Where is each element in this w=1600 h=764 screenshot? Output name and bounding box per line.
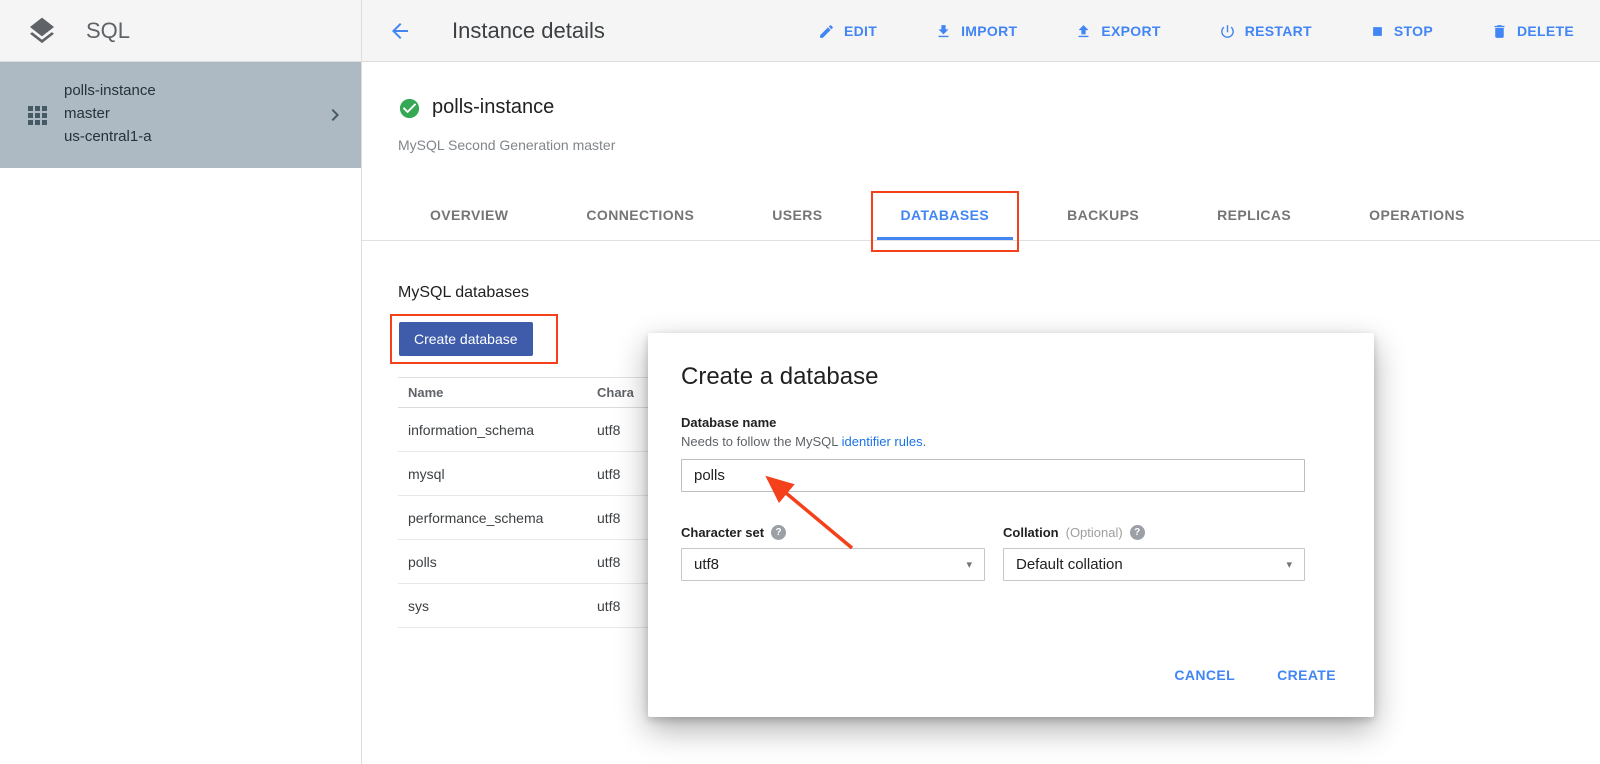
- tab-overview[interactable]: OVERVIEW: [430, 190, 508, 240]
- tab-users[interactable]: USERS: [772, 190, 822, 240]
- tab-databases[interactable]: DATABASES: [901, 190, 990, 240]
- identifier-rules-link[interactable]: identifier rules: [842, 434, 923, 449]
- dialog-create-button[interactable]: CREATE: [1277, 667, 1336, 683]
- product-name: SQL: [86, 18, 130, 44]
- header-actions: EDIT IMPORT EXPORT RESTART STOP DELETE: [818, 0, 1574, 62]
- section-title: MySQL databases: [398, 284, 529, 302]
- instance-tabs: OVERVIEW CONNECTIONS USERS DATABASES BAC…: [430, 190, 1465, 240]
- restart-button[interactable]: RESTART: [1219, 23, 1312, 40]
- cloud-sql-logo-icon: [26, 15, 58, 47]
- page-title: Instance details: [452, 0, 605, 62]
- export-icon: [1075, 23, 1092, 40]
- pencil-icon: [818, 23, 835, 40]
- tab-replicas[interactable]: REPLICAS: [1217, 190, 1291, 240]
- tabs-divider: [362, 240, 1600, 241]
- sidebar-divider: [361, 0, 362, 764]
- chevron-down-icon: ▾: [1286, 558, 1292, 571]
- database-name-help-text: Needs to follow the MySQL identifier rul…: [681, 434, 926, 449]
- create-database-dialog: Create a database Database name Needs to…: [648, 333, 1374, 717]
- collation-select[interactable]: Default collation ▾: [1003, 548, 1305, 581]
- grid-icon: [28, 106, 47, 125]
- sidebar: polls-instance master us-central1-a: [0, 62, 361, 764]
- cancel-button[interactable]: CANCEL: [1174, 667, 1235, 683]
- product-brand: SQL: [26, 0, 130, 62]
- collation-optional-label: (Optional): [1066, 525, 1123, 540]
- instance-subtitle: MySQL Second Generation master: [398, 137, 615, 153]
- collation-help-icon[interactable]: ?: [1130, 525, 1145, 540]
- back-arrow-icon[interactable]: [388, 19, 412, 43]
- charset-help-icon[interactable]: ?: [771, 525, 786, 540]
- stop-button[interactable]: STOP: [1370, 23, 1433, 39]
- export-button[interactable]: EXPORT: [1075, 23, 1160, 40]
- active-tab-underline: [877, 237, 1014, 240]
- tab-connections[interactable]: CONNECTIONS: [586, 190, 694, 240]
- collation-label: Collation: [1003, 525, 1059, 540]
- status-check-circle-icon: [398, 97, 421, 120]
- sidebar-instance-name: polls-instance: [64, 79, 156, 102]
- import-button[interactable]: IMPORT: [935, 23, 1017, 40]
- delete-button[interactable]: DELETE: [1491, 23, 1574, 40]
- charset-label-row: Character set ?: [681, 525, 786, 540]
- sidebar-instance-item[interactable]: polls-instance master us-central1-a: [0, 62, 361, 168]
- sidebar-instance-text: polls-instance master us-central1-a: [64, 79, 156, 148]
- stop-icon: [1370, 24, 1385, 39]
- tab-operations[interactable]: OPERATIONS: [1369, 190, 1465, 240]
- dialog-title: Create a database: [681, 363, 878, 391]
- sidebar-instance-zone: us-central1-a: [64, 125, 156, 148]
- delete-icon: [1491, 23, 1508, 40]
- tab-backups[interactable]: BACKUPS: [1067, 190, 1139, 240]
- chevron-down-icon: ▾: [966, 558, 972, 571]
- sidebar-instance-role: master: [64, 102, 156, 125]
- database-name-label: Database name: [681, 415, 776, 430]
- restart-icon: [1219, 23, 1236, 40]
- dialog-actions: CANCEL CREATE: [1174, 667, 1336, 683]
- edit-button[interactable]: EDIT: [818, 23, 877, 40]
- create-database-button[interactable]: Create database: [399, 322, 533, 356]
- column-header-name: Name: [398, 385, 597, 400]
- instance-name-heading: polls-instance: [432, 96, 554, 119]
- chevron-right-icon: [323, 103, 347, 127]
- charset-label: Character set: [681, 525, 764, 540]
- collation-label-row: Collation (Optional) ?: [1003, 525, 1145, 540]
- import-icon: [935, 23, 952, 40]
- database-name-input[interactable]: [681, 459, 1305, 492]
- charset-select[interactable]: utf8 ▾: [681, 548, 985, 581]
